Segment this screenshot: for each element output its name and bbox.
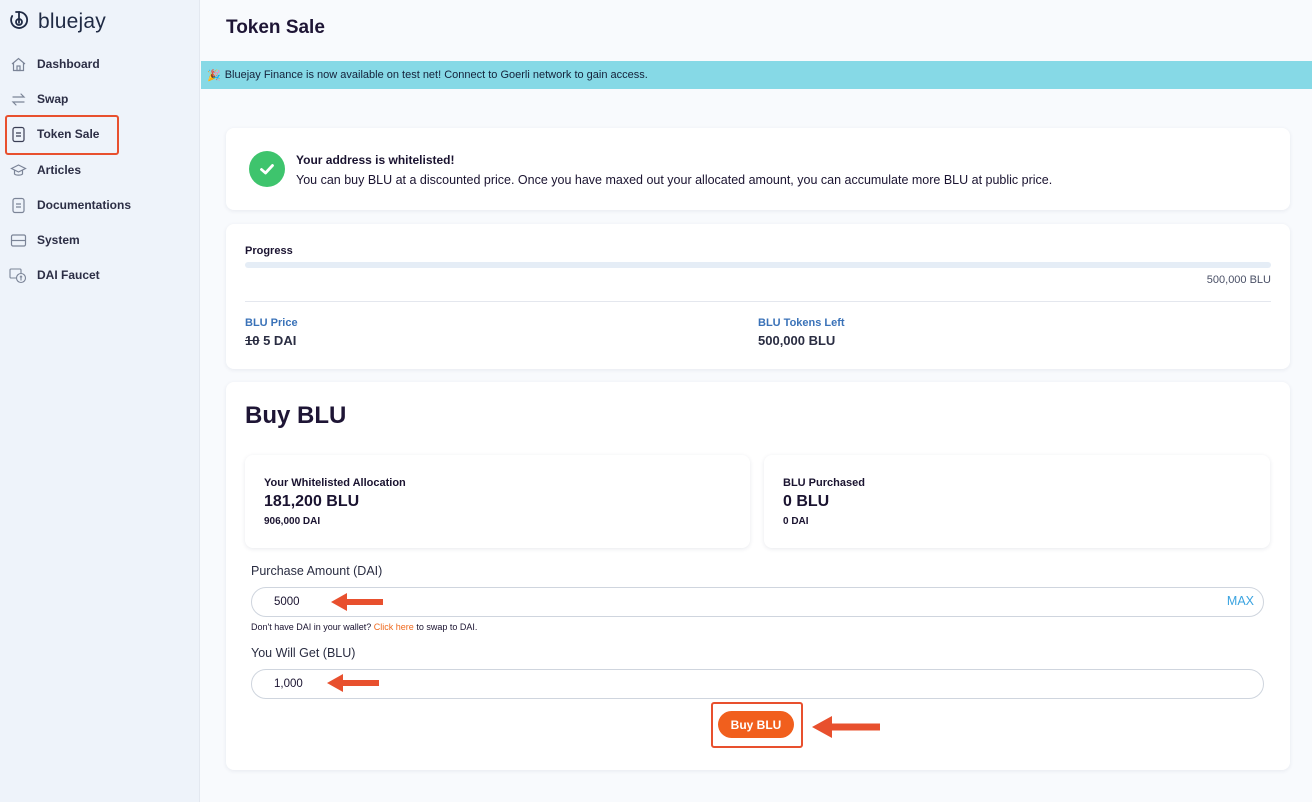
swap-link[interactable]: Click here xyxy=(374,622,414,632)
faucet-icon xyxy=(9,266,27,284)
sale-progress-card: Progress 500,000 BLU BLU Price 10 5 DAI … xyxy=(226,224,1290,369)
purchased-label: BLU Purchased xyxy=(783,477,865,489)
annotation-arrow-icon xyxy=(327,674,379,692)
hint-suffix: to swap to DAI. xyxy=(416,622,478,632)
sidebar-item-label: Articles xyxy=(37,163,82,177)
you-will-get-field[interactable] xyxy=(251,669,1264,699)
blu-price-value: 10 5 DAI xyxy=(245,333,296,348)
sidebar-item-label: Dashboard xyxy=(37,57,100,71)
whitelist-title: Your address is whitelisted! xyxy=(296,153,455,167)
allocation-card: Your Whitelisted Allocation 181,200 BLU … xyxy=(245,455,750,548)
whitelist-status-card: Your address is whitelisted! You can buy… xyxy=(226,128,1290,210)
sidebar-item-system[interactable]: System xyxy=(8,225,194,255)
progress-bar xyxy=(245,262,1271,268)
sidebar-item-label: Swap xyxy=(37,92,69,106)
highlight-annotation xyxy=(5,115,119,155)
party-popper-icon: 🎉 xyxy=(207,69,221,82)
allocation-label: Your Whitelisted Allocation xyxy=(264,477,406,489)
allocation-dai: 906,000 DAI xyxy=(264,516,321,527)
home-icon xyxy=(9,55,27,73)
graduation-cap-icon xyxy=(9,161,27,179)
announcement-banner: 🎉 Bluejay Finance is now available on te… xyxy=(201,61,1312,89)
sidebar: bluejay Dashboard Swap Token Sale Articl… xyxy=(0,0,200,802)
page-title: Token Sale xyxy=(226,17,325,38)
sidebar-item-label: System xyxy=(37,233,80,247)
sidebar-item-swap[interactable]: Swap xyxy=(8,84,194,114)
purchase-amount-input[interactable] xyxy=(274,588,1174,616)
sidebar-item-articles[interactable]: Articles xyxy=(8,155,194,185)
main-content: Token Sale 🎉 Bluejay Finance is now avai… xyxy=(201,0,1312,802)
server-icon xyxy=(9,231,27,249)
divider xyxy=(245,301,1271,302)
purchased-blu: 0 BLU xyxy=(783,493,830,510)
buy-blu-card: Buy BLU Your Whitelisted Allocation 181,… xyxy=(226,382,1290,770)
banner-text: Bluejay Finance is now available on test… xyxy=(224,69,648,81)
document-icon xyxy=(9,196,27,214)
purchase-amount-field[interactable]: MAX xyxy=(251,587,1264,617)
sidebar-item-dai-faucet[interactable]: DAI Faucet xyxy=(8,260,194,290)
brand-name: bluejay xyxy=(38,10,106,33)
purchased-card: BLU Purchased 0 BLU 0 DAI xyxy=(764,455,1270,548)
sidebar-item-label: DAI Faucet xyxy=(37,268,100,282)
purchased-dai: 0 DAI xyxy=(783,516,809,527)
highlight-annotation xyxy=(711,702,803,748)
bluejay-logo-icon xyxy=(8,9,30,36)
tokens-left-label: BLU Tokens Left xyxy=(758,317,845,329)
tokens-left-value: 500,000 BLU xyxy=(758,333,836,348)
whitelist-description: You can buy BLU at a discounted price. O… xyxy=(296,173,1053,187)
you-will-get-input[interactable] xyxy=(274,670,1174,698)
progress-label: Progress xyxy=(245,245,293,257)
blu-price-label: BLU Price xyxy=(245,317,298,329)
swap-arrows-icon xyxy=(9,90,27,108)
new-price: 5 DAI xyxy=(263,333,297,348)
brand-logo[interactable]: bluejay xyxy=(8,8,106,36)
sidebar-item-label: Documentations xyxy=(37,198,132,212)
hint-prefix: Don't have DAI in your wallet? xyxy=(251,622,372,632)
sidebar-item-documentations[interactable]: Documentations xyxy=(8,190,194,220)
progress-total: 500,000 BLU xyxy=(1206,274,1271,286)
max-button[interactable]: MAX xyxy=(1227,594,1254,608)
buy-title: Buy BLU xyxy=(245,402,347,429)
check-circle-icon xyxy=(249,151,285,187)
allocation-blu: 181,200 BLU xyxy=(264,493,360,510)
annotation-arrow-icon xyxy=(331,593,383,611)
purchase-amount-label: Purchase Amount (DAI) xyxy=(251,564,383,578)
sidebar-item-dashboard[interactable]: Dashboard xyxy=(8,49,194,79)
old-price: 10 xyxy=(245,333,260,348)
swap-hint: Don't have DAI in your wallet? Click her… xyxy=(251,622,477,632)
annotation-arrow-icon xyxy=(812,716,880,738)
you-will-get-label: You Will Get (BLU) xyxy=(251,646,356,660)
